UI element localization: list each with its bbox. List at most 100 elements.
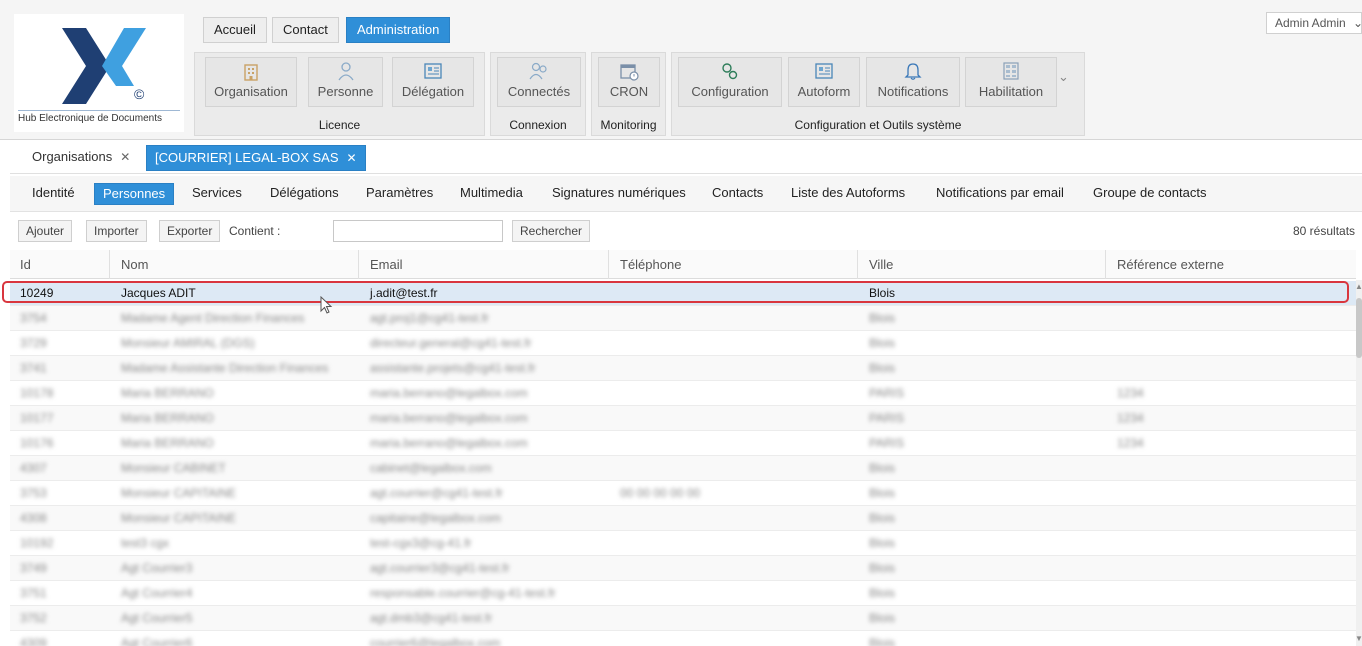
doc-tab-label: Organisations bbox=[32, 149, 113, 164]
grid-icon bbox=[1003, 62, 1019, 80]
ribbon-configuration-button[interactable]: Configuration bbox=[678, 57, 782, 107]
cell-ville: PARIS bbox=[869, 436, 905, 450]
scroll-thumb[interactable] bbox=[1356, 298, 1362, 358]
doc-tab-organisations[interactable]: Organisations ✕ bbox=[24, 145, 138, 171]
cell-telephone bbox=[610, 381, 858, 406]
table-row[interactable]: 10178 Maria BERRANO maria.berrano@legalbox… bbox=[10, 381, 1356, 406]
scroll-up-icon[interactable]: ▲ bbox=[1355, 282, 1362, 291]
ribbon-connectes-button[interactable]: Connectés bbox=[497, 57, 581, 107]
column-header-id[interactable]: Id bbox=[10, 250, 110, 279]
doc-tab-legal-box[interactable]: [COURRIER] LEGAL-BOX SAS ✕ bbox=[146, 145, 366, 171]
tab-liste-autoforms[interactable]: Liste des Autoforms bbox=[783, 183, 913, 205]
cell-telephone bbox=[610, 606, 858, 631]
ribbon-group-label-monitoring: Monitoring bbox=[600, 118, 657, 132]
tab-multimedia[interactable]: Multimedia bbox=[452, 183, 531, 205]
cell-email: capitaine@legalbox.com bbox=[370, 511, 501, 525]
tab-parametres[interactable]: Paramètres bbox=[358, 183, 441, 205]
cell-nom: Monsieur CAPITAINE bbox=[121, 486, 237, 500]
scroll-down-icon[interactable]: ▼ bbox=[1355, 634, 1362, 643]
chevron-down-icon: ⌄ bbox=[1353, 16, 1361, 30]
column-header-reference-externe[interactable]: Référence externe bbox=[1107, 250, 1356, 279]
tab-delegations[interactable]: Délégations bbox=[262, 183, 347, 205]
table-scrollbar[interactable]: ▲ ▼ bbox=[1355, 280, 1362, 646]
export-button[interactable]: Exporter bbox=[159, 220, 221, 242]
ribbon-cron-button[interactable]: CRON bbox=[598, 57, 660, 107]
table-row[interactable]: 3741 Madame Assistante Direction Finances… bbox=[10, 356, 1356, 381]
table-row[interactable]: 10249 Jacques ADIT j.adit@test.fr Blois bbox=[10, 281, 1356, 306]
tab-signatures-numeriques[interactable]: Signatures numériques bbox=[544, 183, 694, 205]
ribbon-personne-button[interactable]: Personne bbox=[308, 57, 383, 107]
cell-reference-externe: 1234 bbox=[1117, 411, 1144, 425]
cell-telephone bbox=[610, 356, 858, 381]
tab-contacts[interactable]: Contacts bbox=[704, 183, 771, 205]
table-row[interactable]: 3729 Monsieur AMIRAL (DGS) directeur.gener… bbox=[10, 331, 1356, 356]
import-button[interactable]: Importer bbox=[86, 220, 147, 242]
tab-services[interactable]: Services bbox=[184, 183, 250, 205]
close-icon[interactable]: ✕ bbox=[347, 151, 357, 165]
cell-reference-externe bbox=[1107, 506, 1356, 531]
ribbon-habilitation-button[interactable]: Habilitation bbox=[965, 57, 1057, 107]
column-header-ville[interactable]: Ville bbox=[859, 250, 1106, 279]
results-count: 80 résultats bbox=[1293, 224, 1356, 238]
tab-identite[interactable]: Identité bbox=[24, 183, 83, 205]
logo-caption: Hub Electronique de Documents bbox=[18, 113, 162, 124]
top-tab-administration[interactable]: Administration bbox=[346, 17, 451, 43]
table-row[interactable]: 3751 Agt Courrier4 responsable.courrier@cg… bbox=[10, 581, 1356, 606]
cell-nom: Maria BERRANO bbox=[121, 386, 214, 400]
cell-reference-externe bbox=[1107, 456, 1356, 481]
column-header-nom[interactable]: Nom bbox=[111, 250, 359, 279]
search-button[interactable]: Rechercher bbox=[512, 220, 591, 242]
column-header-email[interactable]: Email bbox=[360, 250, 609, 279]
cell-ville: Blois bbox=[869, 511, 896, 525]
cell-nom: Maria BERRANO bbox=[121, 411, 214, 425]
cell-id: 3752 bbox=[20, 611, 47, 625]
top-tab-accueil[interactable]: Accueil bbox=[203, 17, 267, 43]
cell-email: directeur.general@cg41-test.fr bbox=[370, 336, 532, 350]
table-row[interactable]: 4307 Monsieur CABINET cabinet@legalbox.com… bbox=[10, 456, 1356, 481]
ribbon-organisation-button[interactable]: Organisation bbox=[205, 57, 297, 107]
table-row[interactable]: 10192 test3 cgx test-cgx3@cg-41.fr Blois bbox=[10, 531, 1356, 556]
ribbon-cron-label: CRON bbox=[609, 84, 649, 99]
ribbon-expand-icon[interactable]: ⌄ bbox=[1058, 69, 1069, 85]
cell-ville: Blois bbox=[869, 361, 896, 375]
user-menu[interactable]: Admin Admin ⌄ bbox=[1266, 12, 1362, 34]
table-row[interactable]: 4308 Monsieur CAPITAINE capitaine@legalbox… bbox=[10, 506, 1356, 531]
tab-notifications-email[interactable]: Notifications par email bbox=[928, 183, 1072, 205]
calendar-clock-icon bbox=[620, 64, 639, 81]
ribbon-personne-label: Personne bbox=[317, 84, 374, 99]
table-row[interactable]: 4309 Agt Courrier6 courrier6@legalbox.com B… bbox=[10, 631, 1356, 646]
table-row[interactable]: 3754 Madame Agent Direction Finances agt.p… bbox=[10, 306, 1356, 331]
cell-ville: Blois bbox=[869, 486, 896, 500]
ribbon-autoform-label: Autoform bbox=[797, 84, 851, 99]
column-header-telephone[interactable]: Téléphone bbox=[610, 250, 858, 279]
ribbon-delegation-button[interactable]: Délégation bbox=[392, 57, 474, 107]
cell-ville: Blois bbox=[869, 636, 896, 646]
table-row[interactable]: 3753 Monsieur CAPITAINE agt.courrier@cg41-… bbox=[10, 481, 1356, 506]
top-tab-contact[interactable]: Contact bbox=[272, 17, 339, 43]
table-row[interactable]: 3752 Agt Courrier5 agt.dmb3@cg41-test.fr Bl… bbox=[10, 606, 1356, 631]
cell-ville: Blois bbox=[869, 586, 896, 600]
cell-email: agt.proj1@cg41-test.fr bbox=[370, 311, 489, 325]
mouse-cursor-icon bbox=[320, 296, 333, 314]
cell-email: agt.courrier@cg41-test.fr bbox=[370, 486, 503, 500]
cell-telephone: 00 00 00 00 00 bbox=[620, 486, 701, 500]
close-icon[interactable]: ✕ bbox=[120, 150, 130, 164]
ribbon-notifications-button[interactable]: Notifications bbox=[866, 57, 960, 107]
search-input[interactable] bbox=[333, 220, 503, 242]
tab-personnes[interactable]: Personnes bbox=[94, 183, 175, 205]
cell-reference-externe bbox=[1107, 306, 1356, 331]
table-row[interactable]: 3749 Agt Courrier3 agt.courrier3@cg41-test… bbox=[10, 556, 1356, 581]
users-icon bbox=[529, 62, 547, 80]
cell-email: agt.courrier3@cg41-test.fr bbox=[370, 561, 510, 575]
table-row[interactable]: 10177 Maria BERRANO maria.berrano@legalbox… bbox=[10, 406, 1356, 431]
id-card-icon bbox=[424, 63, 442, 79]
bell-icon bbox=[904, 63, 922, 80]
cell-reference-externe bbox=[1107, 556, 1356, 581]
tab-groupe-contacts[interactable]: Groupe de contacts bbox=[1085, 183, 1214, 205]
add-button[interactable]: Ajouter bbox=[18, 220, 73, 242]
cell-id: 3751 bbox=[20, 586, 47, 600]
cell-id: 3741 bbox=[20, 361, 47, 375]
ribbon-autoform-button[interactable]: Autoform bbox=[788, 57, 860, 107]
table-row[interactable]: 10176 Maria BERRANO maria.berrano@legalbox… bbox=[10, 431, 1356, 456]
cell-telephone bbox=[610, 531, 858, 556]
